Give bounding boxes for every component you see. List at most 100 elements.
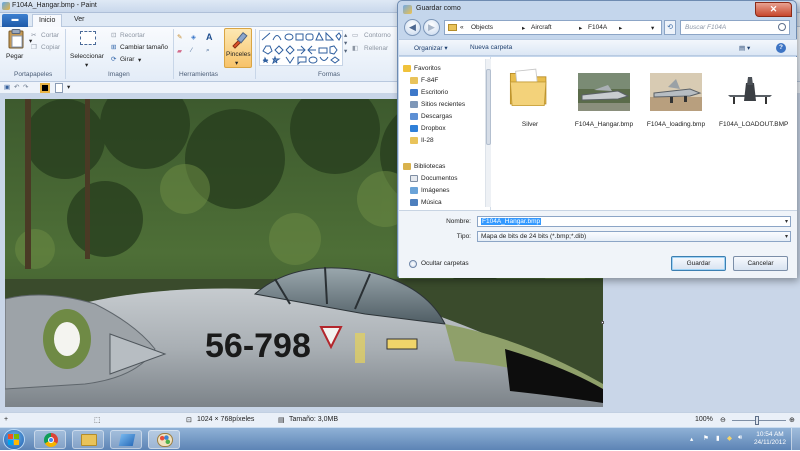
nav-scrollbar-thumb[interactable] (486, 69, 491, 145)
nav-libraries[interactable]: Bibliotecas (403, 161, 445, 172)
file-type-select[interactable]: Mapa de bits de 24 bits (*.bmp;*.dib) ▾ (477, 231, 791, 242)
chevron-up-icon (409, 260, 417, 268)
cancel-button[interactable]: Cancelar (733, 256, 788, 271)
close-button[interactable]: ✕ (755, 2, 792, 17)
nav-favorites[interactable]: Favoritos (403, 63, 441, 74)
taskbar-paint-button[interactable] (148, 430, 180, 449)
libraries-icon (403, 163, 411, 170)
hide-folders-button[interactable]: Ocultar carpetas (409, 260, 469, 268)
tray-arrow-icon[interactable]: ▴ (690, 435, 693, 443)
system-clock[interactable]: 10:54 AM 24/11/2012 (754, 431, 786, 447)
eraser-icon[interactable]: ▰ (177, 47, 182, 55)
rotate-button[interactable]: ⟳ Girar ▾ (111, 55, 151, 65)
view-options-icon[interactable]: ▤ ▾ (739, 44, 750, 52)
refresh-button[interactable]: ⟲ (664, 20, 676, 35)
nav-scrollbar[interactable] (485, 59, 491, 207)
tab-ver[interactable]: Ver (68, 14, 91, 27)
magnifier-icon[interactable]: ⌕ (206, 47, 210, 55)
file-name-dropdown-icon[interactable]: ▾ (785, 218, 788, 225)
dialog-title: Guardar como (416, 5, 461, 12)
breadcrumb-separator-icon[interactable]: ▸ (522, 24, 525, 32)
file-type-dropdown-icon[interactable]: ▾ (785, 233, 788, 240)
text-icon[interactable]: A (206, 32, 213, 42)
nav-item-descargas[interactable]: Descargas (410, 111, 452, 122)
clock-date: 24/11/2012 (753, 439, 786, 446)
breadcrumb-separator-icon[interactable]: ▸ (619, 24, 622, 32)
nav-item-dropbox[interactable]: Dropbox (410, 123, 446, 134)
paste-label: Pegar (6, 53, 24, 60)
breadcrumb-aircraft[interactable]: Aircraft (531, 24, 552, 31)
show-desktop-button[interactable] (791, 428, 800, 451)
start-button[interactable] (3, 429, 25, 450)
resize-button[interactable]: ⊞ Cambiar tamaño (111, 43, 173, 53)
address-dropdown-icon[interactable]: ▾ (651, 24, 654, 32)
crop-button[interactable]: ⊡ Recortar (111, 31, 171, 41)
nav-item-f84f[interactable]: F-84F (410, 75, 438, 86)
nav-favorites-label: Favoritos (414, 65, 441, 72)
aircraft-serial-text: 56-798 (205, 327, 311, 365)
color-picker-icon[interactable]: ⁄ (191, 47, 192, 54)
brushes-button[interactable]: Pinceles ▾ (224, 28, 252, 68)
search-icon (778, 23, 786, 31)
address-bar[interactable]: « Objects ▸ Aircraft ▸ F104A ▸ ▾ (444, 20, 662, 35)
nav-item-il28[interactable]: Il-28 (410, 135, 434, 146)
new-folder-button[interactable]: Nueva carpeta (470, 44, 512, 51)
scissors-icon: ✂ (31, 32, 37, 39)
taskbar-app-button[interactable] (110, 430, 142, 449)
group-separator (255, 29, 256, 79)
search-input[interactable]: Buscar F104A (680, 20, 790, 35)
nav-item-sitios-recientes[interactable]: Sitios recientes (410, 99, 465, 110)
nav-item-label: Imágenes (421, 187, 450, 194)
qat-dropdown-icon[interactable]: ▾ (67, 83, 70, 91)
back-button[interactable]: ◀ (404, 19, 421, 36)
file-type-label: Tipo: (456, 233, 471, 240)
windows-logo-icon (8, 434, 19, 445)
zoom-slider-thumb[interactable] (755, 416, 759, 425)
volume-icon[interactable]: 🔊︎ (738, 434, 742, 442)
action-center-flag-icon[interactable]: ⚑ (703, 434, 709, 442)
cut-label: Cortar (41, 32, 60, 39)
taskbar-chrome-button[interactable] (34, 430, 66, 449)
breadcrumb-f104a[interactable]: F104A (588, 24, 607, 31)
color1-swatch-icon[interactable] (40, 83, 50, 93)
redo-icon[interactable]: ↷ (23, 83, 28, 91)
breadcrumb-overflow[interactable]: « (460, 24, 464, 31)
breadcrumb-objects[interactable]: Objects (471, 24, 493, 31)
forward-button[interactable]: ▶ (423, 19, 440, 36)
organize-button[interactable]: Organizar ▾ (414, 44, 448, 52)
file-size: Tamaño: 3,0MB (289, 416, 339, 423)
taskbar-explorer-button[interactable] (72, 430, 104, 449)
help-icon[interactable]: ? (776, 43, 786, 53)
breadcrumb-separator-icon[interactable]: ▸ (579, 24, 582, 32)
file-name-field[interactable]: F104A_Hangar.bmp ▾ (477, 216, 791, 227)
fill-icon[interactable]: ◈ (191, 33, 196, 41)
brushes-label: Pinceles (226, 51, 251, 58)
page-icon[interactable] (55, 83, 63, 93)
zoom-out-icon[interactable]: ⊖ (720, 416, 726, 424)
paste-button[interactable]: Pegar (4, 29, 28, 65)
tab-file[interactable]: ▬ (2, 14, 28, 27)
save-icon[interactable]: ▣ (4, 83, 10, 91)
nav-item-escritorio[interactable]: Escritorio (410, 87, 448, 98)
zoom-slider[interactable] (732, 420, 786, 421)
pencil-icon[interactable]: ✎ (177, 33, 182, 41)
nav-item-documentos[interactable]: Documentos (410, 173, 458, 184)
brushes-dropdown-icon: ▾ (235, 60, 239, 67)
security-icon[interactable]: ◆ (727, 434, 732, 442)
nav-item-musica[interactable]: Música (410, 197, 442, 208)
select-button[interactable]: Seleccionar ▾ (70, 29, 108, 69)
canvas-resize-handle[interactable] (601, 321, 604, 324)
close-icon: ✕ (769, 4, 778, 14)
outline-button[interactable]: ▭ Contorno (352, 31, 400, 41)
nav-item-imagenes[interactable]: Imágenes (410, 185, 450, 196)
undo-icon[interactable]: ↶ (14, 83, 19, 91)
save-button[interactable]: Guardar (671, 256, 726, 271)
nav-item-label: Sitios recientes (421, 101, 466, 108)
tab-inicio[interactable]: Inicio (32, 14, 63, 27)
downloads-icon (410, 113, 418, 120)
shapes-scroll-icon[interactable]: ▴ ▾ ▾ (344, 31, 347, 55)
network-icon[interactable]: ▮ (716, 434, 720, 442)
shapes-gallery[interactable] (259, 30, 343, 66)
fill-button[interactable]: ◧ Rellenar (352, 44, 400, 54)
zoom-in-icon[interactable]: ⊕ (789, 416, 795, 424)
